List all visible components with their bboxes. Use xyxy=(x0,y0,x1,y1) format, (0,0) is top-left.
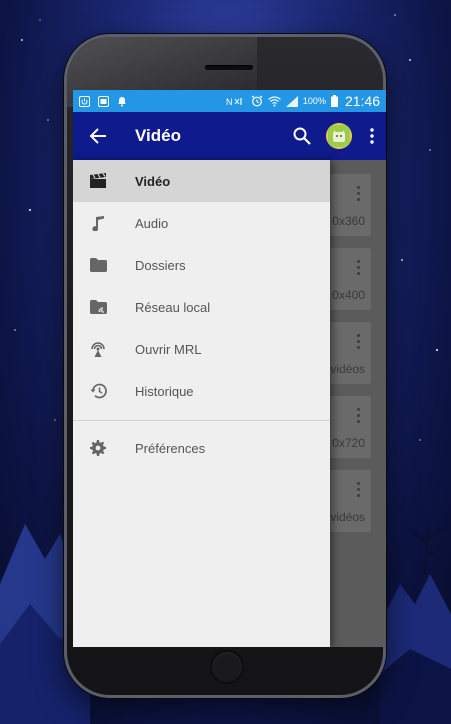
arrow-left-icon xyxy=(89,128,106,144)
more-vert-icon xyxy=(357,334,361,352)
network-folder-icon xyxy=(73,300,123,314)
phone-screen: N 100% 21:46 Vidéo 0x360 0x400 vidéos 0x… xyxy=(73,90,386,647)
drawer-item-label: Réseau local xyxy=(135,299,211,315)
drawer-item-label: Audio xyxy=(135,215,169,231)
music-note-icon xyxy=(73,215,123,231)
list-item-caption: vidéos xyxy=(330,510,365,524)
svg-text:N: N xyxy=(226,97,233,107)
drawer-item-label: Historique xyxy=(135,383,194,399)
navigation-drawer: Vidéo Audio Dossiers Réseau local Ouvrir… xyxy=(73,160,330,647)
avatar[interactable] xyxy=(326,123,352,149)
drawer-item-preferences[interactable]: Préférences xyxy=(73,427,330,469)
bell-notification-icon xyxy=(117,96,127,107)
phone-frame: N 100% 21:46 Vidéo 0x360 0x400 vidéos 0x… xyxy=(64,34,386,698)
more-vert-icon xyxy=(357,482,361,500)
signal-icon xyxy=(285,95,298,107)
drawer-item-local-network[interactable]: Réseau local xyxy=(73,286,330,328)
power-notification-icon xyxy=(79,95,90,107)
list-item-caption: 0x360 xyxy=(332,214,365,228)
android-avatar-icon xyxy=(328,125,350,147)
wifi-icon xyxy=(268,95,281,107)
drawer-item-label: Préférences xyxy=(135,440,206,456)
back-button[interactable] xyxy=(73,112,123,160)
list-item-caption: 0x400 xyxy=(332,288,365,302)
drawer-item-open-mrl[interactable]: Ouvrir MRL xyxy=(73,328,330,370)
gear-icon xyxy=(73,440,123,456)
alarm-icon xyxy=(251,95,263,107)
list-item-caption: vidéos xyxy=(330,362,365,376)
status-bar: N 100% 21:46 xyxy=(73,90,386,112)
more-vert-icon xyxy=(370,128,374,144)
drawer-item-label: Ouvrir MRL xyxy=(135,341,202,357)
app-toolbar: Vidéo xyxy=(73,112,386,160)
drawer-divider xyxy=(73,420,330,421)
search-button[interactable] xyxy=(284,112,320,160)
toolbar-title: Vidéo xyxy=(135,126,181,145)
more-options-button[interactable] xyxy=(358,112,386,160)
drawer-item-history[interactable]: Historique xyxy=(73,370,330,412)
nfc-mute-icon: N xyxy=(226,96,246,107)
antenna-icon xyxy=(73,340,123,358)
screenshot-notification-icon xyxy=(98,95,109,107)
list-item-caption: 0x720 xyxy=(332,436,365,450)
drawer-item-label: Vidéo xyxy=(135,173,171,189)
battery-icon xyxy=(330,95,338,107)
battery-percent: 100% xyxy=(302,96,326,106)
drawer-item-folders[interactable]: Dossiers xyxy=(73,244,330,286)
drawer-item-audio[interactable]: Audio xyxy=(73,202,330,244)
folder-icon xyxy=(73,258,123,272)
status-clock: 21:46 xyxy=(344,93,380,109)
earpiece-speaker xyxy=(205,65,253,70)
search-icon xyxy=(293,127,311,145)
drawer-item-video[interactable]: Vidéo xyxy=(73,160,330,202)
clapperboard-icon xyxy=(73,173,123,189)
history-icon xyxy=(73,383,123,399)
more-vert-icon xyxy=(357,186,361,204)
more-vert-icon xyxy=(357,408,361,426)
drawer-item-label: Dossiers xyxy=(135,257,186,273)
more-vert-icon xyxy=(357,260,361,278)
home-button[interactable] xyxy=(210,650,244,684)
